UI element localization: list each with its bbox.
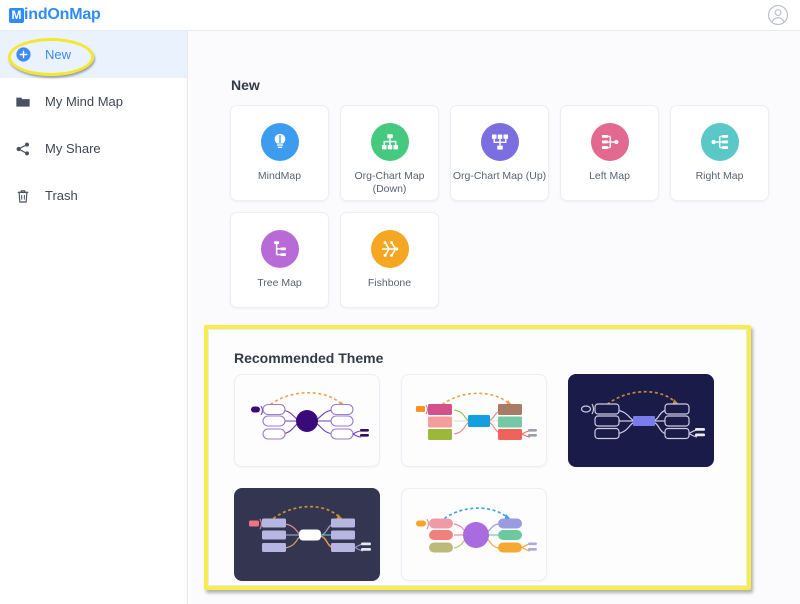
theme-preview-pastel-round	[416, 506, 537, 552]
sidebar-item-trash[interactable]: Trash	[0, 172, 187, 219]
theme-card-purple-light[interactable]	[234, 374, 380, 467]
theme-card-midnight-blue[interactable]	[568, 374, 714, 467]
template-card-left-map[interactable]: Left Map	[560, 105, 659, 201]
sidebar-item-new[interactable]: New	[0, 31, 187, 78]
template-card-label: Left Map	[589, 170, 630, 182]
template-card-right-map[interactable]: Right Map	[670, 105, 769, 201]
app-header: M indOnMap	[0, 0, 800, 31]
theme-card-dark-slate[interactable]	[234, 488, 380, 581]
plus-circle-icon	[15, 46, 37, 63]
trash-icon	[15, 188, 37, 204]
logo-mark-icon: M	[9, 7, 24, 23]
template-card-label: Org-Chart Map (Down)	[354, 170, 425, 196]
recommended-theme-title: Recommended Theme	[234, 350, 384, 366]
theme-grid	[234, 374, 734, 581]
recommended-theme-panel: Recommended Theme	[208, 329, 747, 586]
theme-preview-colorful-rect	[416, 392, 537, 440]
share-nodes-icon	[15, 141, 37, 157]
tree-map-icon	[260, 230, 299, 268]
sidebar: New My Mind Map My Share Trash	[0, 31, 188, 604]
template-card-label: Fishbone	[367, 277, 412, 289]
annotation-box-recommended-theme: Recommended Theme	[204, 325, 751, 590]
template-card-org-chart-down[interactable]: Org-Chart Map (Down)	[340, 105, 439, 201]
template-card-mindmap[interactable]: MindMap	[230, 105, 329, 201]
template-card-label: MindMap	[257, 170, 302, 182]
user-avatar[interactable]	[767, 4, 800, 26]
template-card-label: Right Map	[695, 170, 744, 182]
lightbulb-icon	[260, 123, 299, 161]
new-section-title: New	[231, 77, 260, 93]
template-card-tree-map[interactable]: Tree Map	[230, 212, 329, 308]
template-card-label: Tree Map	[257, 277, 302, 289]
sidebar-item-label: My Share	[45, 141, 101, 156]
left-map-icon	[590, 123, 629, 161]
sidebar-item-my-share[interactable]: My Share	[0, 125, 187, 172]
template-card-grid: MindMap Org-Chart Map (Down) Org-Chart M…	[230, 105, 790, 308]
template-card-label: Org-Chart Map (Up)	[452, 170, 547, 182]
sidebar-item-my-mind-map[interactable]: My Mind Map	[0, 78, 187, 125]
sidebar-item-label: My Mind Map	[45, 94, 124, 109]
logo-text: indOnMap	[24, 6, 101, 23]
org-chart-up-icon	[480, 123, 519, 161]
fishbone-icon	[370, 230, 409, 268]
theme-card-pastel-round[interactable]	[401, 488, 547, 581]
theme-card-colorful-rect[interactable]	[401, 374, 547, 467]
sidebar-item-label: Trash	[45, 188, 78, 203]
user-avatar-icon	[767, 4, 789, 26]
app-logo[interactable]: M indOnMap	[0, 6, 101, 24]
theme-preview-dark-slate	[249, 505, 371, 552]
folder-icon	[15, 94, 37, 110]
theme-preview-midnight-blue	[580, 390, 705, 439]
org-chart-down-icon	[370, 123, 409, 161]
template-card-fishbone[interactable]: Fishbone	[340, 212, 439, 308]
sidebar-item-label: New	[45, 47, 72, 62]
right-map-icon	[700, 123, 739, 161]
theme-preview-purple-light	[251, 391, 369, 440]
template-card-org-chart-up[interactable]: Org-Chart Map (Up)	[450, 105, 549, 201]
